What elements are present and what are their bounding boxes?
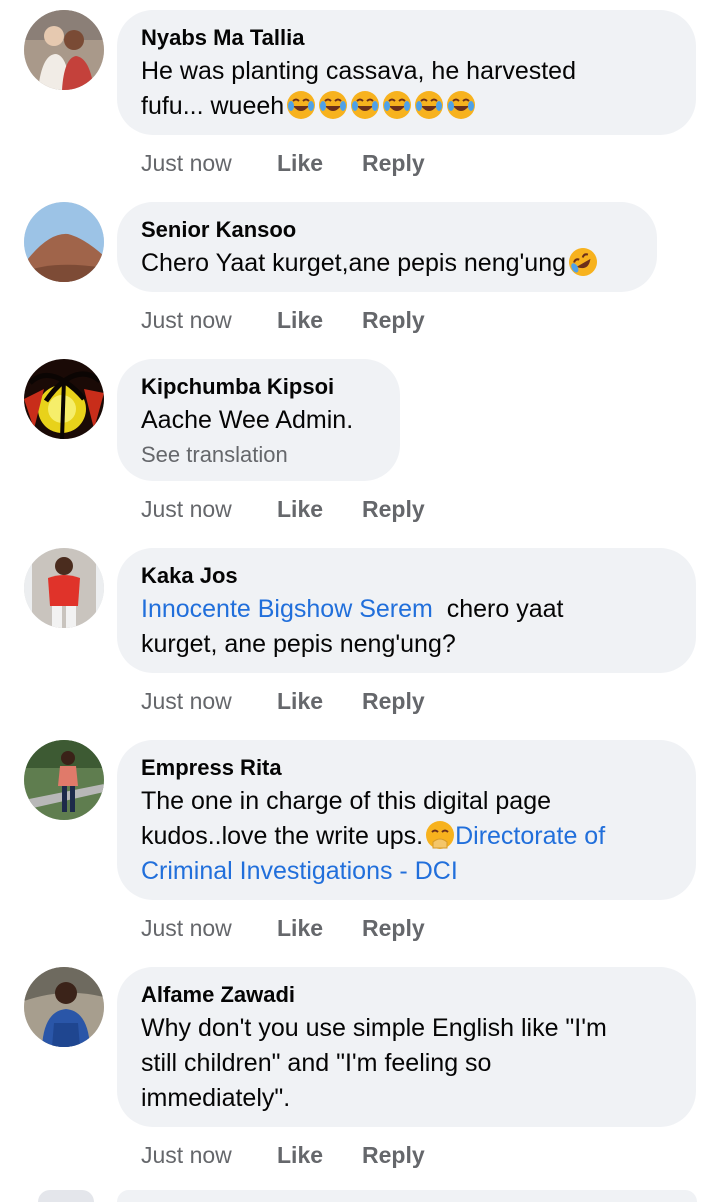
avatar-photo-icon bbox=[24, 10, 104, 90]
mention-link[interactable]: Innocente Bigshow Serem bbox=[141, 595, 433, 623]
reply-button[interactable]: Reply bbox=[362, 150, 425, 177]
comment-author[interactable]: Kipchumba Kipsoi bbox=[141, 373, 376, 401]
next-comment-bubble bbox=[117, 1190, 697, 1202]
comment-text: Why don't you use simple English like "I… bbox=[141, 1014, 607, 1112]
comment-text: The one in charge of this digital page k… bbox=[141, 787, 606, 885]
avatar[interactable] bbox=[24, 740, 104, 820]
comment-actions: Just now Like Reply bbox=[141, 1142, 425, 1169]
comment-timestamp[interactable]: Just now bbox=[141, 307, 277, 334]
avatar-photo-icon bbox=[24, 202, 104, 282]
comment-author[interactable]: Empress Rita bbox=[141, 754, 672, 782]
avatar[interactable] bbox=[24, 359, 104, 439]
comment-timestamp[interactable]: Just now bbox=[141, 496, 277, 523]
like-button[interactable]: Like bbox=[277, 1142, 362, 1169]
avatar-photo-icon bbox=[24, 359, 104, 439]
face-with-tears-of-joy-icon bbox=[318, 90, 348, 120]
avatar[interactable] bbox=[24, 10, 104, 90]
avatar[interactable] bbox=[24, 967, 104, 1047]
comment-actions: Just now Like Reply bbox=[141, 307, 425, 334]
comment-bubble: Alfame Zawadi Why don't you use simple E… bbox=[117, 967, 696, 1127]
avatar[interactable] bbox=[24, 548, 104, 628]
next-comment-avatar bbox=[38, 1190, 94, 1202]
reply-button[interactable]: Reply bbox=[362, 688, 425, 715]
face-with-tears-of-joy-icon bbox=[414, 90, 444, 120]
comment-actions: Just now Like Reply bbox=[141, 150, 425, 177]
comment-bubble: Kaka Jos Innocente Bigshow Serem chero y… bbox=[117, 548, 696, 673]
comment-author[interactable]: Nyabs Ma Tallia bbox=[141, 24, 672, 52]
reply-button[interactable]: Reply bbox=[362, 307, 425, 334]
avatar-photo-icon bbox=[24, 967, 104, 1047]
face-with-tears-of-joy-icon bbox=[446, 90, 476, 120]
rolling-on-floor-laughing-icon bbox=[568, 247, 598, 277]
comment-author[interactable]: Senior Kansoo bbox=[141, 216, 633, 244]
like-button[interactable]: Like bbox=[277, 915, 362, 942]
like-button[interactable]: Like bbox=[277, 307, 362, 334]
mention-link[interactable]: Criminal Investigations - DCI bbox=[141, 857, 458, 885]
mention-link[interactable]: Directorate of bbox=[455, 822, 605, 850]
comment-actions: Just now Like Reply bbox=[141, 496, 425, 523]
comment-author[interactable]: Alfame Zawadi bbox=[141, 981, 672, 1009]
comment-bubble: Nyabs Ma Tallia He was planting cassava,… bbox=[117, 10, 696, 135]
like-button[interactable]: Like bbox=[277, 496, 362, 523]
like-button[interactable]: Like bbox=[277, 150, 362, 177]
reply-button[interactable]: Reply bbox=[362, 496, 425, 523]
comment-timestamp[interactable]: Just now bbox=[141, 1142, 277, 1169]
comment-text: Innocente Bigshow Serem chero yaat kurge… bbox=[141, 595, 564, 658]
comment-text: Chero Yaat kurget,ane pepis neng'ung bbox=[141, 246, 633, 281]
comment-timestamp[interactable]: Just now bbox=[141, 688, 277, 715]
face-with-tears-of-joy-icon bbox=[286, 90, 316, 120]
comment-author[interactable]: Kaka Jos bbox=[141, 562, 672, 590]
avatar-photo-icon bbox=[24, 740, 104, 820]
see-translation-link[interactable]: See translation bbox=[141, 440, 376, 470]
like-button[interactable]: Like bbox=[277, 688, 362, 715]
face-with-tears-of-joy-icon bbox=[350, 90, 380, 120]
comment-actions: Just now Like Reply bbox=[141, 915, 425, 942]
comment-text: Aache Wee Admin. bbox=[141, 406, 354, 434]
comment-bubble: Empress Rita The one in charge of this d… bbox=[117, 740, 696, 900]
avatar[interactable] bbox=[24, 202, 104, 282]
reply-button[interactable]: Reply bbox=[362, 915, 425, 942]
avatar-photo-icon bbox=[24, 548, 104, 628]
comment-bubble: Kipchumba Kipsoi Aache Wee Admin. See tr… bbox=[117, 359, 400, 481]
face-with-tears-of-joy-icon bbox=[382, 90, 412, 120]
comment-bubble: Senior Kansoo Chero Yaat kurget,ane pepi… bbox=[117, 202, 657, 292]
comment-actions: Just now Like Reply bbox=[141, 688, 425, 715]
comment-timestamp[interactable]: Just now bbox=[141, 150, 277, 177]
face-with-hand-over-mouth-icon bbox=[425, 820, 455, 850]
reply-button[interactable]: Reply bbox=[362, 1142, 425, 1169]
comment-timestamp[interactable]: Just now bbox=[141, 915, 277, 942]
comment-text: He was planting cassava, he harvested fu… bbox=[141, 57, 576, 120]
